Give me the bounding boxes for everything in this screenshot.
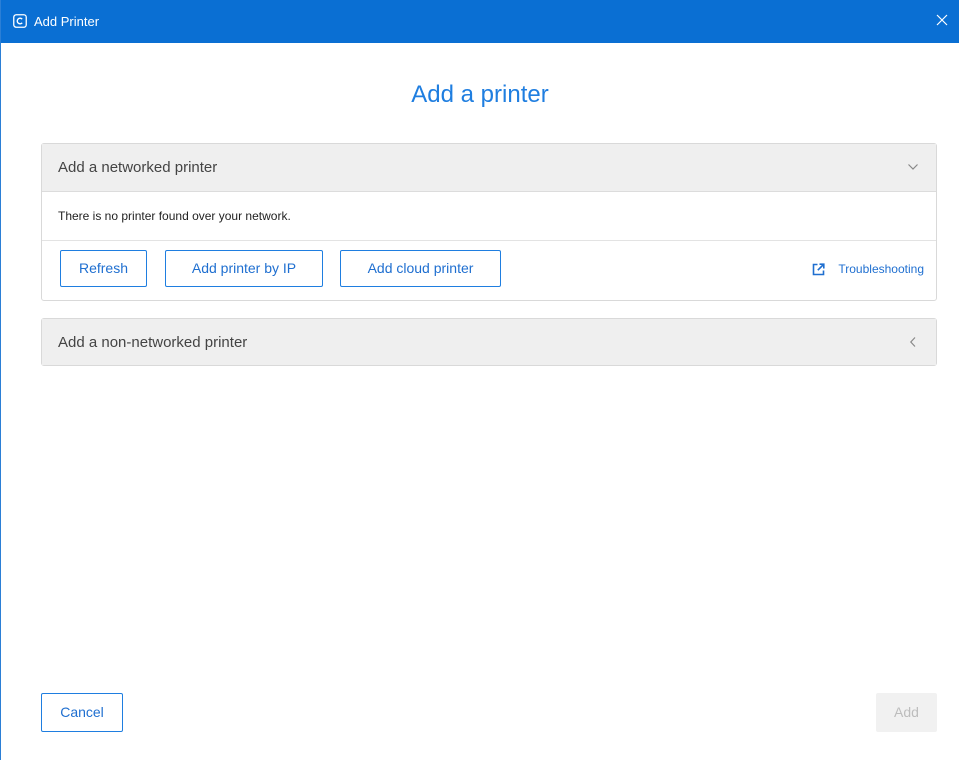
close-button[interactable] — [925, 0, 959, 43]
c-logo-icon — [13, 14, 27, 28]
non-networked-printer-header[interactable]: Add a non-networked printer — [42, 319, 936, 365]
cancel-button[interactable]: Cancel — [41, 693, 123, 732]
troubleshooting-link[interactable]: Troubleshooting — [811, 261, 924, 277]
non-networked-printer-section: Add a non-networked printer — [41, 318, 937, 366]
chevron-left-icon — [906, 335, 920, 349]
add-cloud-printer-button[interactable]: Add cloud printer — [340, 250, 501, 287]
external-link-icon — [811, 262, 825, 276]
troubleshooting-label: Troubleshooting — [838, 262, 924, 276]
add-printer-by-ip-button[interactable]: Add printer by IP — [165, 250, 323, 287]
networked-printer-section: Add a networked printer There is no prin… — [41, 143, 937, 301]
networked-printer-header[interactable]: Add a networked printer — [42, 144, 936, 192]
refresh-button[interactable]: Refresh — [60, 250, 147, 287]
add-printer-window: Add Printer Add a printer Add a networke… — [0, 0, 959, 760]
non-networked-printer-header-label: Add a non-networked printer — [58, 334, 248, 351]
close-icon — [936, 13, 948, 31]
title-bar: Add Printer — [1, 0, 959, 43]
network-status-row: There is no printer found over your netw… — [42, 192, 936, 241]
networked-printer-header-label: Add a networked printer — [58, 159, 218, 176]
network-status-text: There is no printer found over your netw… — [58, 209, 291, 223]
page-title: Add a printer — [411, 81, 549, 108]
chevron-down-icon — [906, 160, 920, 174]
network-actions-row: Refresh Add printer by IP Add cloud prin… — [42, 241, 936, 300]
window-title: Add Printer — [34, 14, 100, 29]
add-button[interactable]: Add — [876, 693, 937, 732]
